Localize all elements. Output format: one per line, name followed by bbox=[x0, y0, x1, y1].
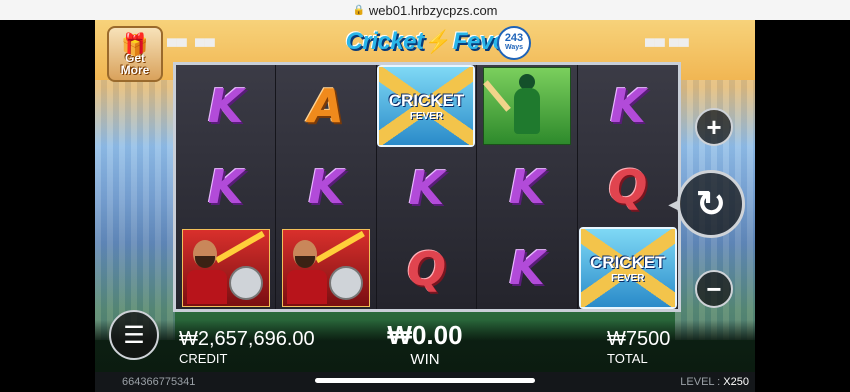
reel-grid: K K A K CRICKET FEVER K Q K K K Q CRICKET FEVER bbox=[173, 62, 681, 312]
beard bbox=[194, 256, 215, 269]
spin-button[interactable]: ↻ bbox=[677, 170, 745, 238]
credit-label: CREDIT bbox=[179, 351, 228, 366]
win-label: WIN bbox=[410, 351, 440, 368]
slot-game: ▀▀ ▀▀ ▀▀ ▀▀ 🎁 Get More Cricket ⚡ Fever 2… bbox=[95, 20, 755, 392]
symbol-q: Q bbox=[608, 159, 648, 214]
reel-cell bbox=[276, 228, 375, 309]
bat-icon bbox=[483, 79, 511, 112]
player-body bbox=[513, 87, 540, 134]
reel-column: KK bbox=[477, 65, 578, 309]
wild-line-1: CRICKET bbox=[388, 90, 465, 110]
reel-column: AK bbox=[276, 65, 377, 309]
footer-bar: 664366775341 LEVEL : X250 bbox=[95, 372, 755, 392]
symbol-k: K bbox=[509, 241, 545, 296]
beard bbox=[295, 256, 316, 269]
star-player-symbol bbox=[181, 229, 270, 308]
reel-cell: K bbox=[477, 146, 576, 227]
floodlight-icon: ▀▀ bbox=[195, 38, 215, 54]
reel-cell bbox=[176, 228, 275, 309]
reel-cell: A bbox=[276, 65, 375, 146]
get-more-button[interactable]: 🎁 Get More bbox=[107, 26, 163, 82]
floodlight-icon: ▀▀ bbox=[669, 38, 689, 54]
menu-button[interactable]: ☰ bbox=[109, 310, 159, 360]
logo-word-1: Cricket bbox=[345, 28, 424, 55]
win-display: ₩0.00 WIN bbox=[375, 320, 475, 368]
batsman-symbol bbox=[482, 66, 571, 145]
gift-icon: 🎁 bbox=[121, 32, 149, 57]
fire-streak-icon bbox=[214, 231, 265, 264]
reel-cell: Q bbox=[377, 228, 476, 309]
total-value: ₩7500 bbox=[607, 328, 671, 350]
credit-value: ₩2,657,696.00 bbox=[179, 328, 315, 350]
symbol-k: K bbox=[308, 159, 344, 214]
reel-cell: K bbox=[176, 65, 275, 146]
floodlight-icon: ▀▀ bbox=[645, 38, 665, 54]
reel-column: CRICKET FEVER K Q bbox=[377, 65, 478, 309]
reel-cell: K bbox=[176, 146, 275, 227]
win-value: ₩0.00 bbox=[387, 320, 463, 350]
increase-bet-button[interactable]: + bbox=[695, 108, 733, 146]
total-label: TOTAL bbox=[607, 351, 648, 366]
reel-cell: CRICKET FEVER bbox=[377, 65, 476, 147]
url-text: web01.hrbzycpzs.com bbox=[368, 2, 498, 18]
wild-line-2: FEVER bbox=[611, 272, 645, 284]
session-id: 664366775341 bbox=[122, 376, 196, 388]
wild-symbol: CRICKET FEVER bbox=[578, 227, 677, 309]
reel-cell: K bbox=[276, 146, 375, 227]
symbol-q: Q bbox=[406, 241, 447, 296]
symbol-a: A bbox=[308, 78, 344, 133]
browser-address-bar[interactable]: 🔒 web01.hrbzycpzs.com bbox=[0, 0, 850, 20]
total-bet-display[interactable]: ₩7500 TOTAL bbox=[607, 328, 670, 366]
lock-icon: 🔒 bbox=[352, 4, 365, 16]
fire-streak-icon bbox=[315, 231, 365, 264]
ways-badge: 243 Ways bbox=[497, 26, 531, 60]
reel-cell bbox=[477, 65, 576, 146]
ways-label: Ways bbox=[504, 44, 524, 51]
jersey bbox=[287, 270, 328, 305]
wild-line-2: FEVER bbox=[409, 110, 444, 122]
level-label: LEVEL : bbox=[680, 376, 721, 388]
reel-cell: Q bbox=[578, 146, 678, 227]
ways-number: 243 bbox=[504, 32, 524, 44]
reel-cell: CRICKET FEVER bbox=[578, 227, 678, 309]
floodlight-icon: ▀▀ bbox=[167, 38, 187, 54]
decrease-bet-button[interactable]: − bbox=[695, 270, 733, 308]
jersey bbox=[186, 270, 227, 305]
stadium-stand-left bbox=[95, 80, 175, 340]
reel-column: K Q CRICKET FEVER bbox=[578, 65, 678, 309]
symbol-k: K bbox=[609, 78, 646, 133]
level-value: X250 bbox=[723, 376, 749, 388]
symbol-k: K bbox=[207, 159, 244, 214]
get-more-label-2: More bbox=[120, 63, 150, 77]
reel-column: KK bbox=[176, 65, 277, 309]
reel-cell: K bbox=[477, 228, 576, 309]
home-indicator[interactable] bbox=[315, 378, 535, 383]
credit-display: ₩2,657,696.00 CREDIT bbox=[179, 328, 315, 366]
wild-symbol: CRICKET FEVER bbox=[377, 65, 476, 147]
symbol-k: K bbox=[207, 78, 244, 133]
wild-line-1: CRICKET bbox=[590, 252, 666, 272]
reel-cell: K bbox=[578, 65, 678, 146]
reel-cell: K bbox=[377, 147, 476, 228]
helmet-icon bbox=[329, 266, 364, 301]
lightning-bolt-icon: ⚡ bbox=[424, 29, 452, 54]
symbol-k: K bbox=[408, 160, 445, 215]
symbol-k: K bbox=[509, 159, 545, 214]
star-player-symbol bbox=[282, 229, 371, 308]
helmet-icon bbox=[228, 266, 263, 301]
game-logo: Cricket ⚡ Fever 243 Ways bbox=[335, 22, 531, 62]
level-indicator: LEVEL : X250 bbox=[680, 376, 749, 388]
